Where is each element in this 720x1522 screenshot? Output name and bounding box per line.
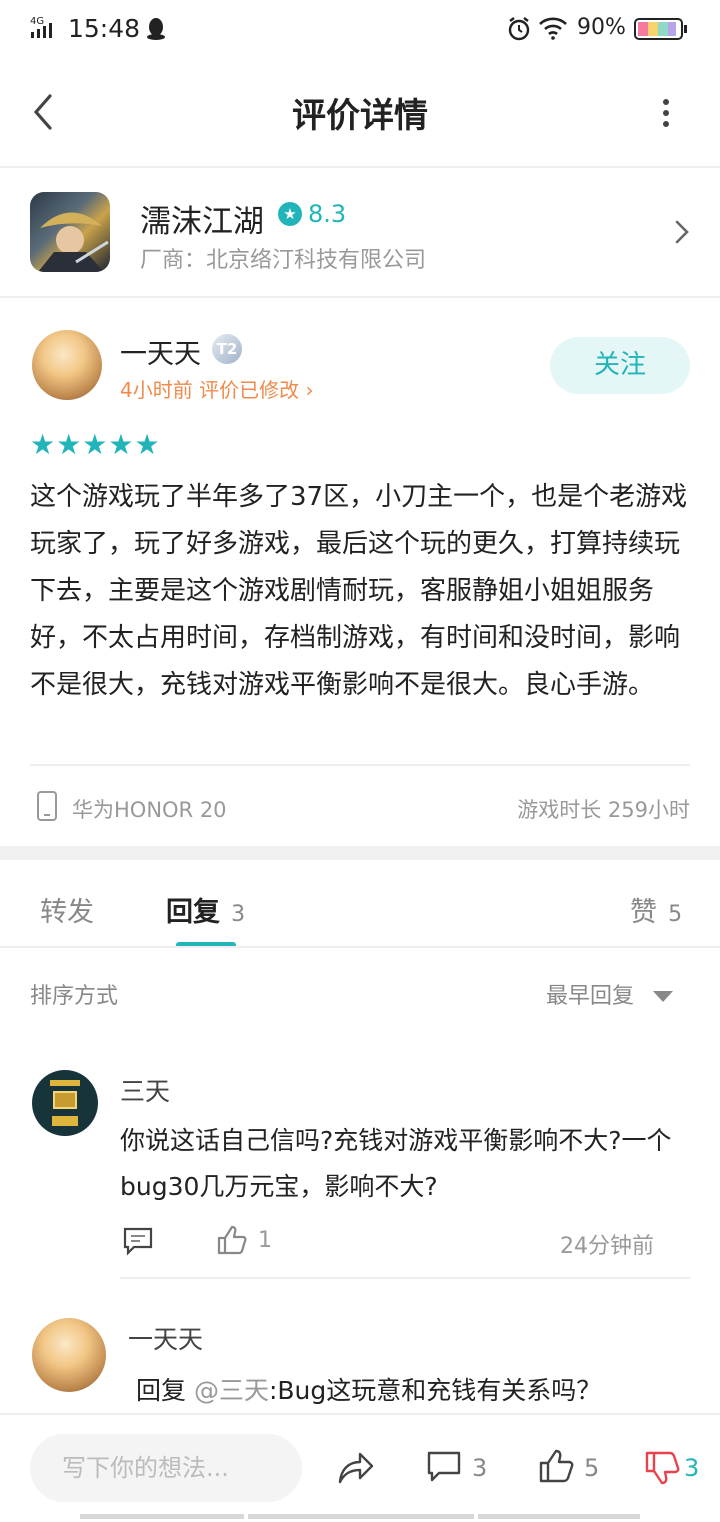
comment-like-button[interactable]: 1 — [216, 1224, 272, 1260]
app-card[interactable]: 濡沫江湖 ★ 8.3 厂商：北京络汀科技有限公司 — [0, 168, 720, 296]
star-rating: ★★★★★ — [30, 428, 161, 461]
reviewer-name[interactable]: 一天天 — [120, 332, 201, 371]
comment-input[interactable]: 写下你的想法... — [30, 1434, 302, 1502]
reviewer-avatar[interactable] — [32, 330, 102, 400]
rating-star-icon: ★ — [278, 202, 302, 226]
star-icon: ★ — [30, 428, 56, 461]
review-text: 这个游戏玩了半年多了37区，小刀主一个，也是个老游戏玩家了，玩了好多游戏，最后这… — [30, 482, 688, 700]
battery-icon — [634, 18, 688, 44]
like-button[interactable]: 5 — [538, 1448, 599, 1488]
app-rating: 8.3 — [308, 200, 347, 228]
tabs-divider — [0, 946, 720, 948]
page-title: 评价详情 — [292, 96, 428, 136]
wifi-icon — [538, 16, 568, 44]
status-bar: 4G 15:48 90% — [0, 0, 720, 60]
chevron-right-small-icon: › — [305, 378, 314, 402]
sort-value: 最早回复 — [546, 984, 635, 1009]
play-time: 游戏时长 259小时 — [517, 798, 690, 822]
section-separator — [0, 846, 720, 860]
share-button[interactable] — [336, 1448, 376, 1492]
phone-icon — [37, 791, 57, 821]
more-vertical-icon — [663, 99, 669, 127]
thumbs-down-icon — [645, 1451, 680, 1485]
svg-text:4G: 4G — [30, 16, 44, 27]
review-divider — [30, 764, 690, 766]
comment-reply-button[interactable] — [122, 1226, 154, 1260]
review-time-info[interactable]: 4小时前 评价已修改 › — [120, 374, 313, 403]
caret-down-icon — [653, 991, 674, 1002]
dislikes-count: 3 — [684, 1454, 700, 1482]
app-name: 濡沫江湖 — [140, 204, 264, 240]
comment-like-count: 1 — [258, 1228, 272, 1253]
commenter-name[interactable]: 一天天 — [128, 1320, 203, 1356]
battery-percent: 90% — [577, 15, 626, 40]
clock-time: 15:48 — [68, 14, 141, 43]
more-options-button[interactable] — [654, 98, 678, 128]
dislike-button[interactable]: 3 — [644, 1450, 699, 1490]
comment-text: 你说这话自己信吗?充钱对游戏平衡影响不大?一个bug30几万元宝，影响不大? — [120, 1126, 672, 1201]
app-icon — [30, 192, 110, 272]
comment-icon — [123, 1227, 153, 1256]
comments-button[interactable]: 3 — [426, 1450, 487, 1488]
thumbs-up-icon — [217, 1225, 247, 1255]
reply-body: :Bug这玩意和充钱有关系吗？ — [268, 1376, 602, 1405]
tab-like[interactable]: 赞 5 — [630, 890, 682, 929]
likes-count: 5 — [584, 1454, 600, 1482]
review-time-text: 4小时前 评价已修改 — [120, 378, 300, 402]
star-icon: ★ — [108, 428, 134, 461]
tab-like-label: 赞 — [630, 897, 657, 928]
star-icon: ★ — [56, 428, 82, 461]
tab-reply-count: 3 — [231, 902, 246, 927]
reply-prefix: 回复 — [136, 1376, 194, 1405]
comment-time: 24分钟前 — [560, 1234, 654, 1259]
star-icon: ★ — [134, 428, 160, 461]
sort-label: 排序方式 — [30, 984, 119, 1009]
app-vendor: 厂商：北京络汀科技有限公司 — [140, 248, 427, 273]
star-icon: ★ — [82, 428, 108, 461]
share-icon — [338, 1452, 374, 1484]
comment-divider — [120, 1277, 690, 1279]
tab-forward[interactable]: 转发 — [40, 890, 94, 929]
app-card-divider — [0, 296, 720, 298]
comments-count: 3 — [472, 1454, 488, 1482]
gesture-bar — [80, 1514, 640, 1520]
user-level-badge: T2 — [212, 334, 242, 364]
thumbs-up-icon — [539, 1449, 574, 1483]
reply-mention[interactable]: @三天 — [194, 1376, 269, 1405]
qq-penguin-icon — [146, 16, 166, 44]
device-name: 华为HONOR 20 — [72, 798, 227, 822]
follow-button[interactable]: 关注 — [550, 337, 690, 394]
sort-dropdown[interactable]: 最早回复 — [546, 978, 674, 1010]
tab-reply-label: 回复 — [166, 897, 220, 928]
signal-icon: 4G — [30, 14, 62, 44]
tab-like-count: 5 — [668, 902, 683, 927]
comment-icon — [427, 1451, 461, 1482]
commenter-avatar[interactable] — [32, 1318, 106, 1392]
comment-text: 回复 @三天:Bug这玩意和充钱有关系吗？ — [136, 1368, 696, 1414]
alarm-icon — [506, 16, 532, 46]
tab-reply[interactable]: 回复 3 — [166, 890, 245, 929]
commenter-name[interactable]: 三天 — [120, 1072, 170, 1108]
chevron-right-icon — [674, 218, 690, 250]
commenter-avatar[interactable] — [32, 1070, 98, 1136]
